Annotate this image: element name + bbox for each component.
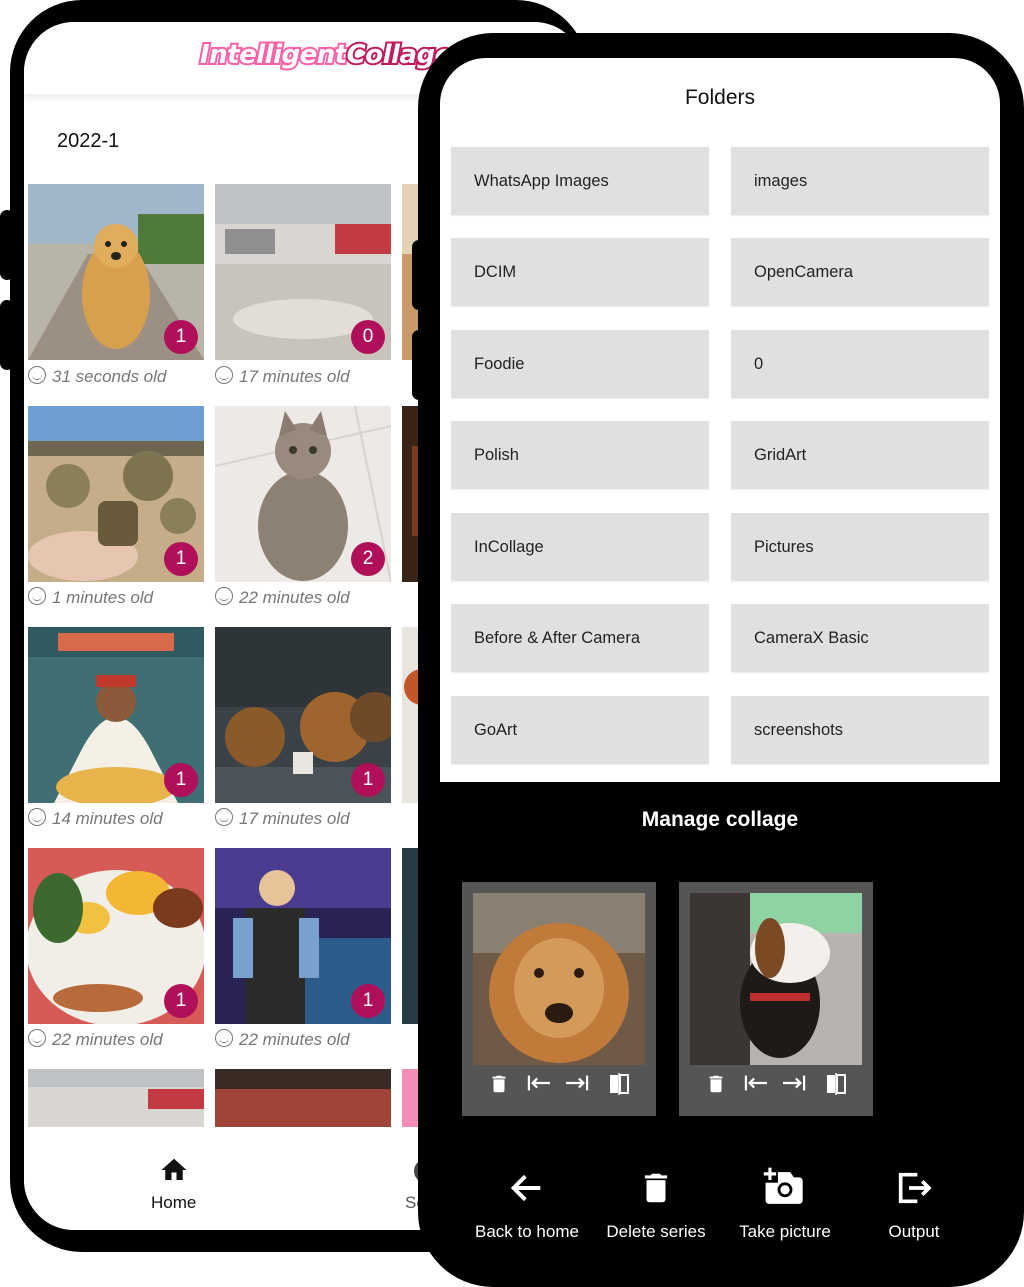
manage-collage-title: Manage collage [641, 808, 799, 831]
photo-tile-room[interactable] [215, 1069, 391, 1129]
photo-tile-lake[interactable]: 1 [215, 627, 391, 803]
nav-home-label[interactable]: Home [151, 1193, 196, 1213]
folder-screenshots[interactable]: screenshots [731, 696, 989, 764]
collage-photo[interactable] [473, 893, 645, 1065]
app-logo: IntelligentCollage [198, 38, 454, 72]
move-left-icon[interactable] [741, 1072, 771, 1102]
photo-age: 22 minutes old [28, 1029, 163, 1051]
folder-pictures[interactable]: Pictures [731, 513, 989, 581]
eye-icon [215, 808, 233, 826]
photo-tile-illustration[interactable]: 1 [28, 627, 204, 803]
photo-age-text: 17 minutes old [239, 809, 350, 828]
export-icon [849, 1160, 979, 1216]
eye-icon [28, 1029, 46, 1047]
folder-polish[interactable]: Polish [451, 421, 709, 489]
photo-age-text: 22 minutes old [239, 588, 350, 607]
take-picture-label: Take picture [739, 1222, 831, 1241]
back-to-home-label: Back to home [475, 1222, 579, 1241]
folder-incollage[interactable]: InCollage [451, 513, 709, 581]
eye-icon [215, 366, 233, 384]
photo-age: 22 minutes old [215, 1029, 350, 1051]
photo-tile-breakfast[interactable]: 1 [28, 848, 204, 1024]
collage-photo[interactable] [690, 893, 862, 1065]
folder-foodie[interactable]: Foodie [451, 330, 709, 398]
photo-age: 1 minutes old [28, 587, 153, 609]
photo-tile-snooker[interactable]: 1 [215, 848, 391, 1024]
section-title: 2022-1 [57, 130, 120, 152]
selection-count-badge: 1 [164, 320, 198, 354]
collage-item-2 [679, 882, 873, 1116]
take-picture-button[interactable]: Take picture [720, 1160, 850, 1242]
output-label: Output [888, 1222, 940, 1241]
trash-icon[interactable] [701, 1072, 731, 1102]
photo-age: 17 minutes old [215, 808, 350, 830]
selection-count-badge: 1 [164, 984, 198, 1018]
photo-tile-cat[interactable]: 2 [215, 406, 391, 582]
eye-icon [215, 587, 233, 605]
trash-icon[interactable] [484, 1072, 514, 1102]
eye-icon [215, 1029, 233, 1047]
eye-icon [28, 587, 46, 605]
collage-item-toolbar [679, 1072, 873, 1108]
front-volume-down-button [412, 330, 426, 400]
photo-age-text: 22 minutes old [52, 1030, 163, 1049]
output-button[interactable]: Output [849, 1160, 979, 1242]
folder-0[interactable]: 0 [731, 330, 989, 398]
photo-tile-cactus[interactable]: 1 [28, 406, 204, 582]
arrow-left-icon [462, 1160, 592, 1216]
flip-icon[interactable] [821, 1072, 851, 1102]
folder-images[interactable]: images [731, 147, 989, 215]
folder-camerax-basic[interactable]: CameraX Basic [731, 604, 989, 672]
power-button [1010, 250, 1024, 360]
move-right-icon[interactable] [562, 1072, 592, 1102]
photo-age-text: 17 minutes old [239, 367, 350, 386]
delete-series-label: Delete series [606, 1222, 706, 1241]
add-camera-icon [720, 1160, 850, 1216]
delete-series-button[interactable]: Delete series [591, 1160, 721, 1242]
photo-age-text: 22 minutes old [239, 1030, 350, 1049]
folders-title: Folders [684, 86, 756, 109]
volume-down-button [0, 300, 14, 370]
back-to-home-button[interactable]: Back to home [462, 1160, 592, 1242]
move-left-icon[interactable] [524, 1072, 554, 1102]
move-right-icon[interactable] [779, 1072, 809, 1102]
folder-goart[interactable]: GoArt [451, 696, 709, 764]
photo-tile-mall-2[interactable] [28, 1069, 204, 1129]
photo-age: 22 minutes old [215, 587, 350, 609]
selection-count-badge: 1 [351, 763, 385, 797]
photo-age-text: 14 minutes old [52, 809, 163, 828]
folder-gridart[interactable]: GridArt [731, 421, 989, 489]
logo-text-intelligent: Intelligent [198, 38, 349, 72]
collage-item-toolbar [462, 1072, 656, 1108]
photo-tile-mall[interactable]: 0 [215, 184, 391, 360]
selection-count-badge: 1 [164, 542, 198, 576]
delete-icon [591, 1160, 721, 1216]
selection-count-badge: 2 [351, 542, 385, 576]
folder-dcim[interactable]: DCIM [451, 238, 709, 306]
photo-age: 31 seconds old [28, 366, 166, 388]
selection-count-badge: 1 [164, 763, 198, 797]
folder-whatsapp-images[interactable]: WhatsApp Images [451, 147, 709, 215]
folder-before-after-camera[interactable]: Before & After Camera [451, 604, 709, 672]
front-volume-up-button [412, 240, 426, 310]
home-icon[interactable] [158, 1155, 190, 1185]
photo-tile-dog[interactable]: 1 [28, 184, 204, 360]
collage-item-1 [462, 882, 656, 1116]
flip-icon[interactable] [604, 1072, 634, 1102]
volume-up-button [0, 210, 14, 280]
photo-age: 17 minutes old [215, 366, 350, 388]
folder-opencamera[interactable]: OpenCamera [731, 238, 989, 306]
photo-age: 14 minutes old [28, 808, 163, 830]
eye-icon [28, 366, 46, 384]
selection-count-badge: 0 [351, 320, 385, 354]
eye-icon [28, 808, 46, 826]
selection-count-badge: 1 [351, 984, 385, 1018]
photo-age-text: 31 seconds old [52, 367, 167, 386]
photo-age-text: 1 minutes old [52, 588, 154, 607]
